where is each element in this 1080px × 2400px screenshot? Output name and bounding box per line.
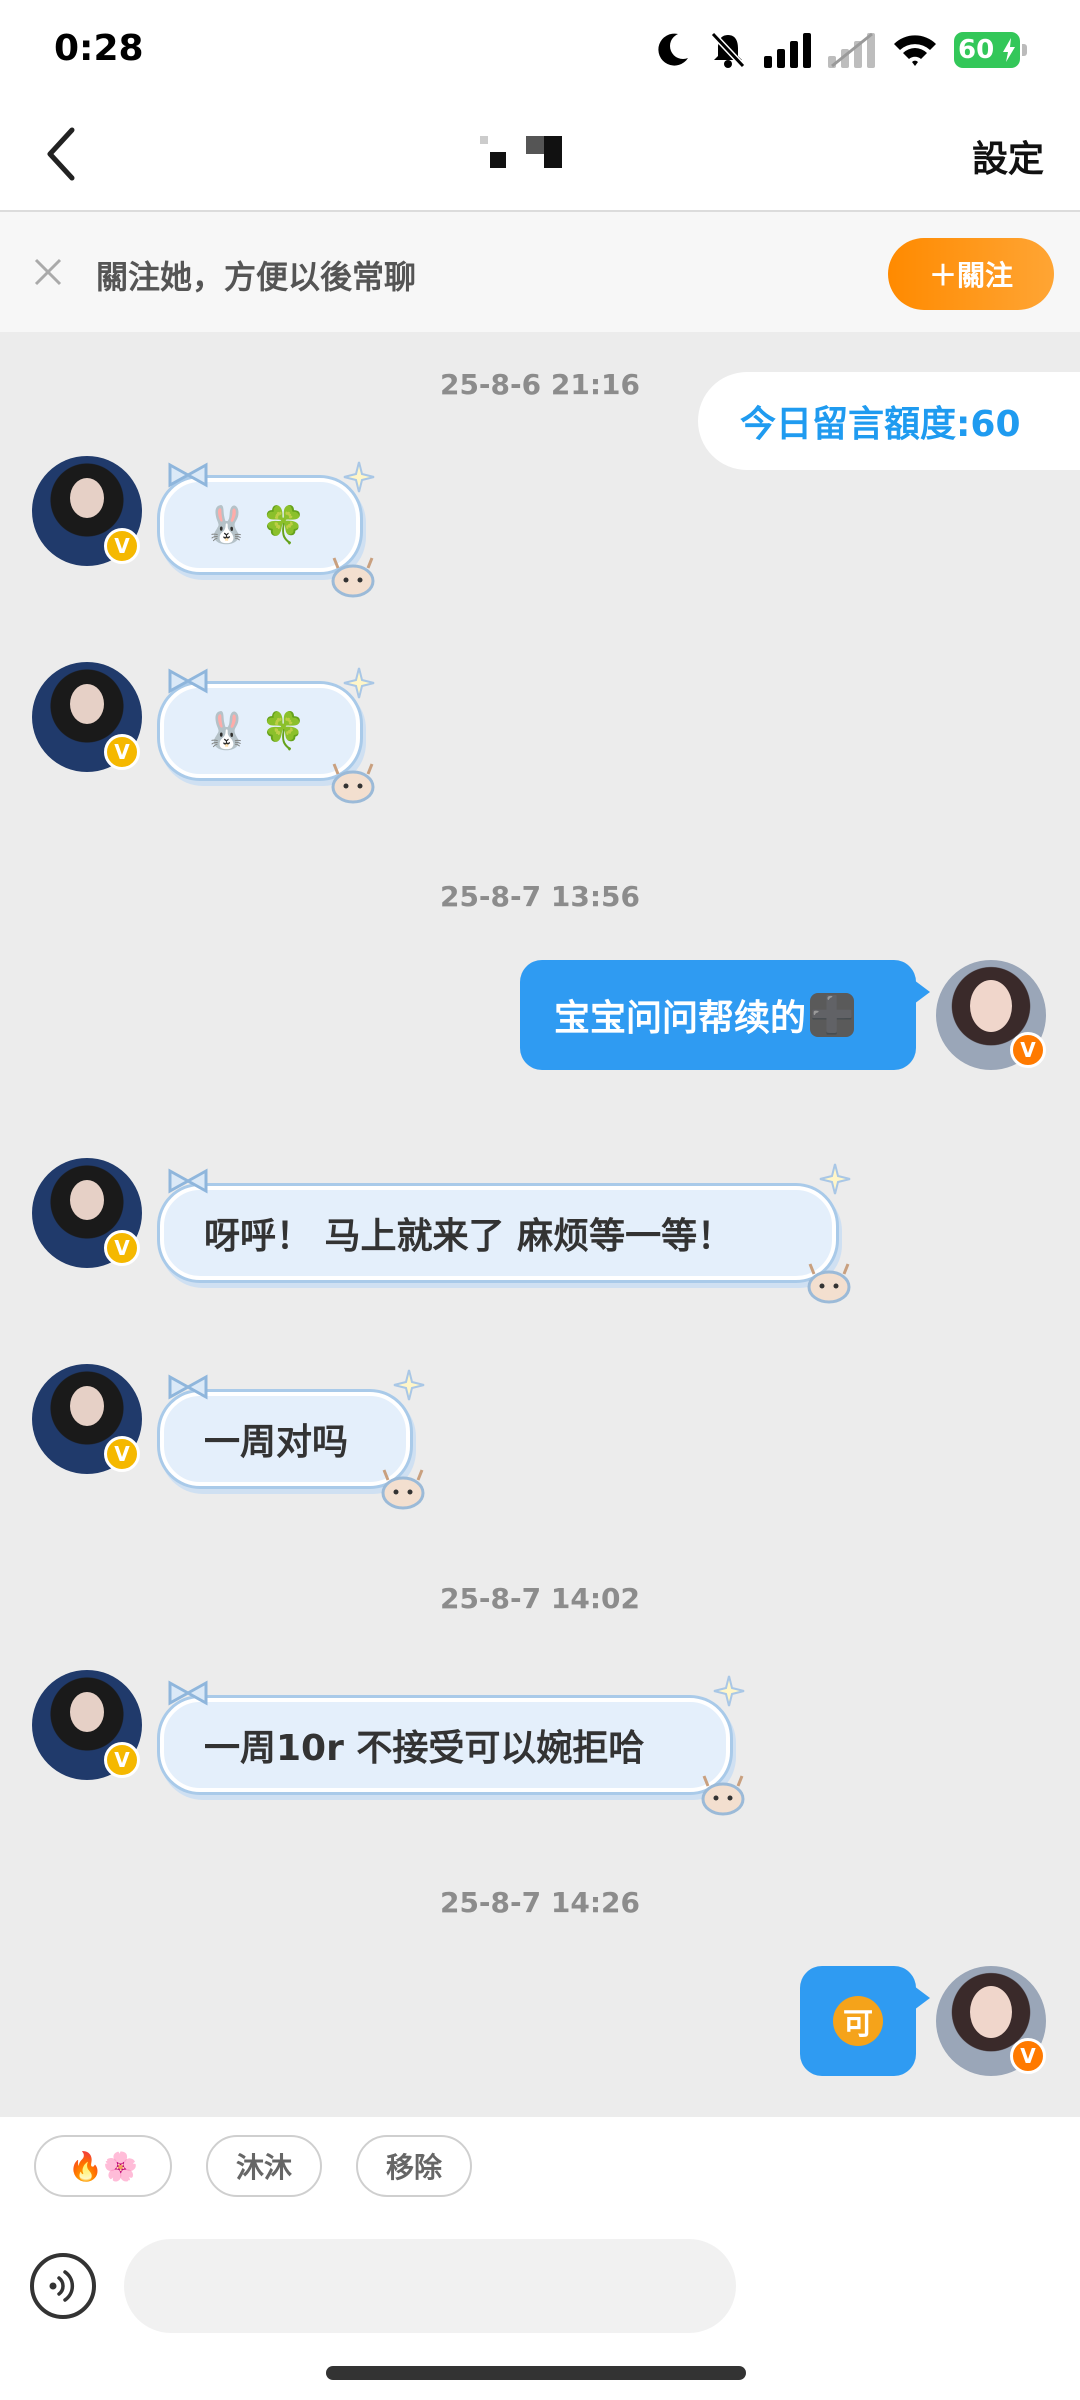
message-timestamp: 25-8-7 14:26 — [439, 1886, 641, 1919]
incoming-message-bubble[interactable]: 一周10r 不接受可以婉拒哈 — [160, 1698, 730, 1792]
status-bar: 0:28 60 — [0, 0, 1080, 100]
settings-button[interactable]: 設定 — [972, 130, 1044, 182]
outgoing-message-text: 可 — [833, 1996, 883, 2046]
battery-charging-icon: 60 — [954, 32, 1027, 68]
verified-badge-icon: V — [1010, 2038, 1046, 2074]
follow-prompt-text: 關注她，方便以後常聊 — [96, 258, 417, 296]
sparkle-decoration-icon — [713, 1675, 745, 1707]
incoming-message-bubble[interactable]: 一周对吗 — [160, 1392, 410, 1486]
moon-icon — [658, 33, 688, 66]
quick-reply-chip[interactable]: 移除 — [356, 2135, 472, 2197]
sparkle-decoration-icon — [343, 667, 375, 699]
signal-icon — [764, 33, 811, 68]
status-time: 0:28 — [54, 28, 144, 69]
follow-banner-close-button[interactable] — [26, 250, 70, 294]
outgoing-message-bubble[interactable]: 可 — [800, 1966, 930, 2076]
message-timestamp: 25-8-7 13:56 — [439, 880, 641, 913]
verified-badge-icon: V — [104, 1436, 140, 1472]
quick-reply-bar: 🔥🌸 沐沐 移除 — [0, 2117, 1080, 2227]
incoming-message-bubble[interactable]: 呀呼！ 马上就来了 麻烦等一等！ — [160, 1186, 836, 1280]
verified-badge-icon: V — [104, 1742, 140, 1778]
close-icon — [34, 258, 62, 286]
message-quota-label: 今日留言額度:60 — [698, 372, 1080, 470]
home-indicator[interactable] — [326, 2366, 746, 2380]
chevron-left-icon — [47, 127, 75, 181]
verified-badge-icon: V — [1010, 1032, 1046, 1068]
voice-icon — [49, 2270, 75, 2302]
sparkle-decoration-icon — [393, 1369, 425, 1401]
verified-badge-icon: V — [104, 528, 140, 564]
deer-decoration-icon — [381, 1469, 425, 1510]
bow-decoration-icon — [168, 1680, 208, 1706]
follow-button[interactable]: ＋關注 — [888, 238, 1054, 310]
deer-decoration-icon — [807, 1263, 851, 1304]
status-icons: 60 — [652, 26, 1027, 74]
outgoing-message-text: 宝宝问问帮续的 — [554, 998, 807, 1039]
voice-button[interactable] — [30, 2253, 96, 2319]
contact-name-redacted — [480, 132, 600, 176]
sparkle-decoration-icon — [819, 1163, 851, 1195]
bow-decoration-icon — [168, 462, 208, 488]
bow-decoration-icon — [168, 668, 208, 694]
verified-badge-icon: V — [104, 1230, 140, 1266]
battery-level: 60 — [958, 35, 995, 65]
back-button[interactable] — [30, 122, 94, 186]
verified-badge-icon: V — [104, 734, 140, 770]
signal-secondary-icon — [828, 32, 875, 68]
sparkle-decoration-icon — [343, 461, 375, 493]
plus-emoji-icon: ➕ — [809, 993, 855, 1037]
bell-muted-icon — [710, 31, 746, 69]
outgoing-message-bubble[interactable]: 宝宝问问帮续的 ➕ — [520, 960, 930, 1070]
bow-decoration-icon — [168, 1374, 208, 1400]
deer-decoration-icon — [331, 557, 375, 598]
wifi-icon — [894, 35, 936, 66]
message-timestamp: 25-8-7 14:02 — [439, 1582, 641, 1615]
quick-reply-chip[interactable]: 🔥🌸 — [34, 2135, 172, 2197]
deer-decoration-icon — [701, 1775, 745, 1816]
bow-decoration-icon — [168, 1168, 208, 1194]
quick-reply-chip[interactable]: 沐沐 — [206, 2135, 322, 2197]
message-input[interactable] — [124, 2239, 736, 2333]
nav-bar: 設定 — [0, 100, 1080, 212]
deer-decoration-icon — [331, 763, 375, 804]
